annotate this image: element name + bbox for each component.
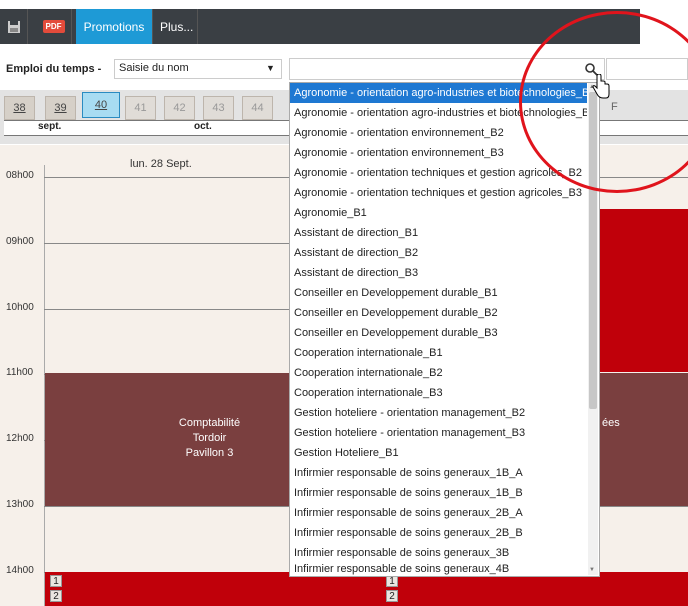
- dropdown-option[interactable]: Infirmier responsable de soins generaux_…: [290, 463, 587, 483]
- dropdown-option[interactable]: Agronomie - orientation techniques et ge…: [290, 183, 587, 203]
- save-button[interactable]: [0, 9, 28, 44]
- dropdown-option[interactable]: Agronomie_B1: [290, 203, 587, 223]
- floppy-disk-icon: [7, 20, 20, 33]
- dropdown-option[interactable]: Infirmier responsable de soins generaux_…: [290, 523, 587, 543]
- dropdown-option[interactable]: Cooperation internationale_B2: [290, 363, 587, 383]
- hour-label: 10h00: [6, 302, 34, 313]
- dropdown-option[interactable]: Cooperation internationale_B3: [290, 383, 587, 403]
- course-block[interactable]: ées: [598, 373, 688, 506]
- week-38[interactable]: 38: [4, 96, 35, 120]
- dropdown-option[interactable]: Assistant de direction_B2: [290, 243, 587, 263]
- chevron-down-icon[interactable]: ▼: [266, 63, 275, 73]
- month-sept: sept.: [38, 121, 62, 132]
- week-44[interactable]: 44: [242, 96, 273, 120]
- course-block[interactable]: [45, 572, 374, 606]
- week-43[interactable]: 43: [203, 96, 234, 120]
- dropdown-option[interactable]: Cooperation internationale_B1: [290, 343, 587, 363]
- week-40[interactable]: 40: [82, 92, 120, 118]
- hour-label: 08h00: [6, 170, 34, 181]
- scroll-down-icon[interactable]: ▼: [589, 567, 595, 573]
- day-header: lun. 28 Sept.: [130, 158, 192, 170]
- dropdown-option[interactable]: Infirmier responsable de soins generaux_…: [290, 559, 587, 576]
- dropdown-option[interactable]: Agronomie - orientation techniques et ge…: [290, 163, 587, 183]
- mode-select[interactable]: Saisie du nom: [114, 59, 282, 79]
- pager-2[interactable]: 2: [50, 590, 62, 602]
- dropdown-option[interactable]: Conseiller en Developpement durable_B2: [290, 303, 587, 323]
- dropdown-option[interactable]: Assistant de direction_B1: [290, 223, 587, 243]
- dropdown-option[interactable]: Infirmier responsable de soins generaux_…: [290, 483, 587, 503]
- plus-button[interactable]: Plus...: [154, 9, 198, 44]
- week-41[interactable]: 41: [125, 96, 156, 120]
- pager-2[interactable]: 2: [386, 590, 398, 602]
- dropdown-option[interactable]: Conseiller en Developpement durable_B1: [290, 283, 587, 303]
- pdf-button[interactable]: PDF: [36, 9, 72, 44]
- schedule-label: Emploi du temps -: [6, 63, 102, 75]
- course-title-fragment: ées: [602, 417, 620, 429]
- hour-label: 11h00: [6, 367, 34, 378]
- month-oct: oct.: [194, 121, 212, 132]
- pager-1[interactable]: 1: [50, 575, 62, 587]
- dropdown-option[interactable]: Conseiller en Developpement durable_B3: [290, 323, 587, 343]
- week-39[interactable]: 39: [45, 96, 76, 120]
- dropdown-option[interactable]: Gestion Hoteliere_B1: [290, 443, 587, 463]
- hour-label: 09h00: [6, 236, 34, 247]
- pdf-icon: PDF: [42, 20, 65, 33]
- dropdown-option[interactable]: Assistant de direction_B3: [290, 263, 587, 283]
- promotions-button[interactable]: Promotions: [76, 9, 153, 44]
- toolbar: PDF Promotions Plus...: [0, 9, 640, 44]
- week-42[interactable]: 42: [164, 96, 195, 120]
- course-block[interactable]: [598, 209, 688, 372]
- hour-label: 12h00: [6, 433, 34, 444]
- hour-label: 13h00: [6, 499, 34, 510]
- dropdown-option[interactable]: Gestion hoteliere - orientation manageme…: [290, 403, 587, 423]
- hour-label: 14h00: [6, 565, 34, 576]
- dropdown-option[interactable]: Gestion hoteliere - orientation manageme…: [290, 423, 587, 443]
- dropdown-option[interactable]: Infirmier responsable de soins generaux_…: [290, 503, 587, 523]
- course-block[interactable]: [374, 572, 688, 606]
